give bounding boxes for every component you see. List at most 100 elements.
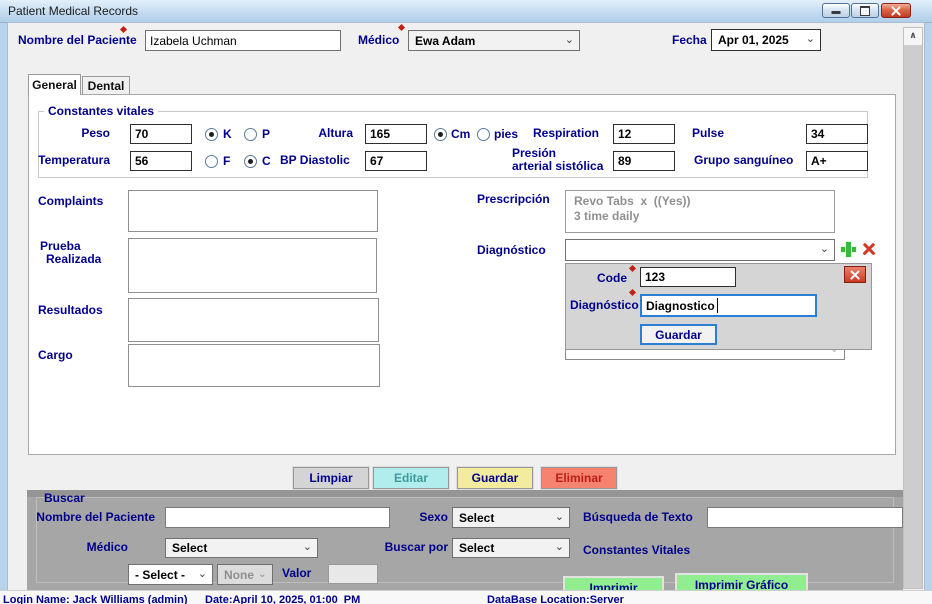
temp-unit-f-label: F [223, 155, 230, 168]
buscar-medico-select[interactable]: Select ⌄ [165, 538, 318, 558]
editar-button[interactable]: Editar [373, 467, 449, 489]
maximize-icon [860, 6, 870, 16]
chevron-up-icon: ∧ [909, 31, 916, 41]
buscar-patient-input[interactable] [165, 507, 390, 528]
tab-general[interactable]: General [28, 74, 81, 95]
busqueda-texto-label: Búsqueda de Texto [583, 511, 693, 524]
pulse-input[interactable] [806, 124, 868, 144]
minimize-button[interactable] [822, 3, 850, 18]
criteria-select[interactable]: - Select - ⌄ [128, 564, 213, 585]
grupo-sanguineo-input[interactable] [806, 151, 868, 171]
vertical-scrollbar[interactable]: ∧ [903, 27, 923, 589]
titlebar: Patient Medical Records [0, 0, 932, 23]
buscar-patient-label: Nombre del Paciente [35, 511, 155, 524]
sexo-select[interactable]: Select ⌄ [452, 507, 570, 528]
chevron-down-icon: ⌄ [820, 244, 829, 254]
chevron-down-icon: ⌄ [555, 542, 564, 552]
red-x-icon [862, 243, 877, 256]
valor-input[interactable] [328, 564, 378, 584]
medico-label: Médico [358, 34, 399, 47]
prueba-realizada-textarea[interactable] [128, 238, 377, 293]
peso-unit-p-radio[interactable] [244, 128, 257, 141]
peso-unit-k-radio[interactable] [205, 128, 218, 141]
medico-select[interactable]: Ewa Adam ⌄ [408, 30, 580, 51]
peso-unit-k-label: K [223, 128, 232, 141]
sexo-selected-value: Select [459, 511, 494, 525]
bp-diastolic-label: BP Diastolic [280, 154, 350, 167]
status-database: DataBase Location:Server [487, 594, 624, 604]
scroll-up-button[interactable]: ∧ [904, 28, 922, 45]
resultados-label: Resultados [38, 304, 103, 317]
patient-name-label: Nombre del Paciente [18, 34, 137, 47]
buscar-por-selected-value: Select [459, 541, 494, 555]
presion-sistolica-label-line2: arterial sistólica [512, 160, 603, 173]
buscar-por-select[interactable]: Select ⌄ [452, 538, 570, 558]
text-cursor [717, 298, 718, 313]
altura-unit-pies-label: pies [494, 128, 518, 141]
altura-input[interactable] [365, 124, 427, 144]
peso-label: Peso [40, 127, 110, 140]
popup-guardar-button[interactable]: Guardar [640, 324, 717, 345]
buscar-medico-selected-value: Select [172, 541, 207, 555]
operator-selected-value: None [224, 568, 254, 582]
add-diagnostico-icon[interactable] [841, 242, 856, 257]
diagnostico-select[interactable]: ⌄ [565, 239, 835, 261]
eliminar-button[interactable]: Eliminar [541, 467, 617, 489]
operator-select[interactable]: None ⌄ [217, 564, 273, 585]
prueba-realizada-label-line2: Realizada [46, 253, 101, 266]
pulse-label: Pulse [692, 127, 724, 140]
bp-diastolic-input[interactable] [365, 151, 427, 171]
constantes-vitales-label: Constantes Vitales [583, 544, 690, 557]
minimize-icon [832, 11, 841, 14]
patient-name-input[interactable] [145, 30, 341, 51]
valor-label: Valor [282, 567, 311, 580]
limpiar-button[interactable]: Limpiar [293, 467, 369, 489]
temperatura-input[interactable] [130, 151, 192, 171]
temperatura-label: Temperatura [14, 154, 110, 167]
prescripcion-box[interactable]: Revo Tabs x ((Yes)) 3 time daily [565, 190, 835, 233]
complaints-label: Complaints [38, 195, 103, 208]
popup-close-button[interactable] [844, 266, 866, 283]
close-button[interactable] [881, 3, 911, 18]
code-input[interactable] [640, 267, 736, 287]
resultados-textarea[interactable] [128, 298, 379, 342]
presion-sistolica-input[interactable] [613, 151, 675, 171]
fecha-picker[interactable]: Apr 01, 2025 ⌄ [711, 29, 821, 51]
cargo-textarea[interactable] [128, 344, 380, 387]
altura-label: Altura [283, 127, 353, 140]
altura-unit-cm-label: Cm [451, 128, 470, 141]
diagnostico-label: Diagnóstico [477, 244, 546, 257]
chevron-down-icon: ⌄ [258, 569, 267, 579]
chevron-down-icon: ⌄ [806, 34, 815, 44]
maximize-button[interactable] [851, 3, 879, 18]
temp-unit-c-label: C [262, 155, 271, 168]
popup-diagnostico-input[interactable] [640, 294, 817, 317]
medico-selected-value: Ewa Adam [415, 34, 475, 48]
code-label: Code [597, 272, 627, 285]
popup-diagnostico-label: Diagnóstico [570, 299, 639, 312]
chevron-down-icon: ⌄ [565, 35, 574, 45]
status-login: Login Name: Jack Williams (admin) [3, 594, 188, 604]
close-icon [890, 5, 902, 17]
respiration-input[interactable] [613, 124, 675, 144]
statusbar: Login Name: Jack Williams (admin) Date:A… [0, 590, 932, 604]
peso-unit-p-label: P [262, 128, 270, 141]
busqueda-texto-input[interactable] [707, 507, 903, 528]
temp-unit-f-radio[interactable] [205, 155, 218, 168]
sexo-label: Sexo [408, 511, 448, 524]
window-title: Patient Medical Records [8, 4, 138, 18]
grupo-sanguineo-label: Grupo sanguíneo [694, 154, 793, 167]
chevron-down-icon: ⌄ [303, 542, 312, 552]
complaints-textarea[interactable] [128, 190, 378, 232]
chevron-down-icon: ⌄ [555, 512, 564, 522]
delete-diagnostico-icon[interactable] [861, 242, 877, 256]
temp-unit-c-radio[interactable] [244, 155, 257, 168]
altura-unit-pies-radio[interactable] [477, 128, 490, 141]
tab-dental[interactable]: Dental [82, 76, 130, 95]
altura-unit-cm-radio[interactable] [434, 128, 447, 141]
buscar-group-title: Buscar [44, 491, 85, 505]
guardar-button[interactable]: Guardar [457, 467, 533, 489]
buscar-por-label: Buscar por [380, 541, 448, 554]
vitals-group-title: Constantes vitales [44, 104, 158, 118]
peso-input[interactable] [130, 124, 192, 144]
